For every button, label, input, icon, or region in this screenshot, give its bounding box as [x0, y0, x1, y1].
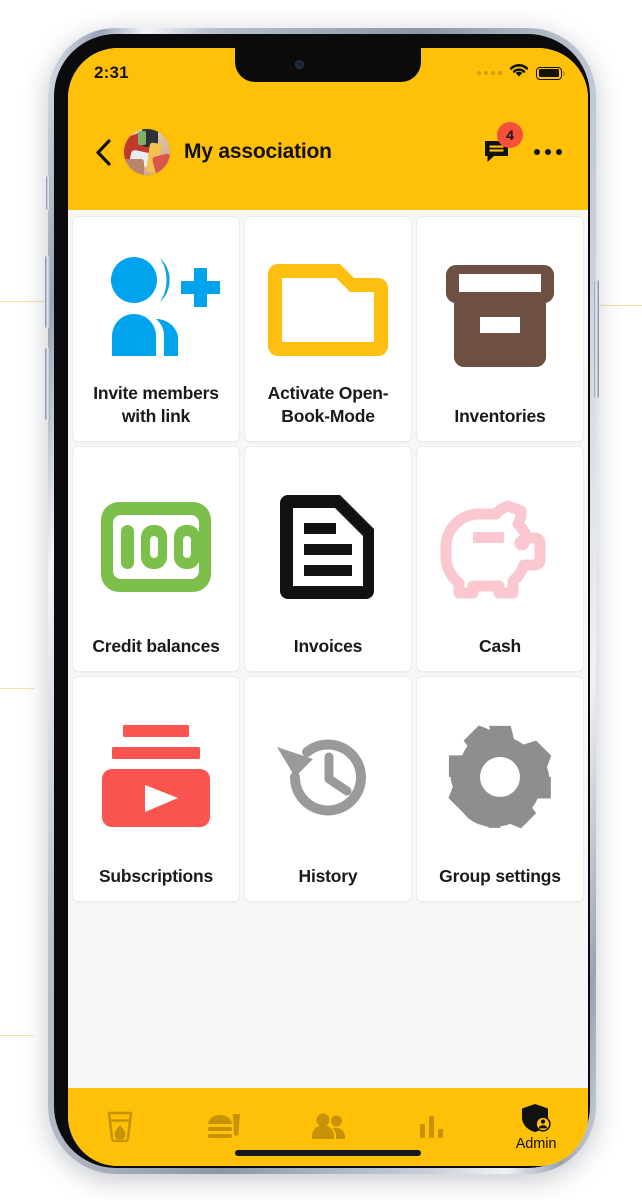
more-dot	[545, 149, 551, 155]
volume-down-button[interactable]	[45, 348, 50, 420]
silence-switch-button[interactable]	[46, 176, 50, 210]
tile-label: Activate Open-Book-Mode	[267, 383, 389, 426]
person-add-icon	[81, 229, 231, 382]
hundred-credits-icon	[81, 459, 231, 635]
wifi-icon	[509, 63, 529, 83]
avatar[interactable]	[124, 129, 170, 175]
tile-label: Credit balances	[92, 635, 220, 656]
backdrop-guide-line	[596, 305, 642, 306]
tile-history[interactable]: History	[244, 676, 412, 902]
status-bar-indicators	[477, 63, 565, 83]
document-lines-icon	[253, 459, 403, 635]
admin-dashboard-content: Invite members with link Activate Open-B…	[68, 210, 588, 1088]
page-title: My association	[184, 140, 332, 163]
back-chevron-icon	[96, 138, 111, 166]
navigation-bar: My association 4	[68, 94, 588, 210]
signal-dots-icon	[477, 71, 502, 75]
tile-label: Invoices	[293, 635, 363, 656]
fast-food-icon	[208, 1114, 240, 1138]
tile-invite-members[interactable]: Invite members with link	[72, 216, 240, 442]
tile-credit-balances[interactable]: Credit balances	[72, 446, 240, 672]
tile-label: Subscriptions	[98, 865, 214, 886]
app-header: 2:31 My association 4	[68, 48, 588, 210]
tab-label: Admin	[515, 1136, 557, 1152]
more-dot	[556, 149, 562, 155]
more-options-button[interactable]	[528, 132, 568, 172]
tile-label: Group settings	[439, 865, 561, 886]
phone-bezel: 2:31 My association 4 Invite members wit…	[54, 34, 590, 1168]
home-indicator[interactable]	[235, 1150, 421, 1156]
tile-label: History	[298, 865, 358, 886]
tile-invoices[interactable]: Invoices	[244, 446, 412, 672]
bar-chart-icon	[420, 1116, 443, 1138]
phone-screen: 2:31 My association 4 Invite members wit…	[68, 48, 588, 1166]
backdrop-guide-line	[0, 1035, 34, 1036]
tab-drinks[interactable]	[68, 1088, 172, 1166]
tile-group-settings[interactable]: Group settings	[416, 676, 584, 902]
screenshot-stage: 2:31 My association 4 Invite members wit…	[0, 0, 642, 1200]
tile-label: Invite members with link	[93, 383, 219, 426]
gear-icon	[425, 689, 575, 865]
chat-button[interactable]: 4	[478, 122, 523, 172]
drink-glass-icon	[107, 1111, 133, 1142]
status-bar-clock: 2:31	[94, 63, 129, 82]
more-dot	[534, 149, 540, 155]
power-button[interactable]	[594, 280, 599, 398]
back-button[interactable]	[88, 130, 118, 174]
chat-unread-badge: 4	[497, 122, 523, 148]
subscriptions-play-icon	[81, 689, 231, 865]
tile-subscriptions[interactable]: Subscriptions	[72, 676, 240, 902]
tile-label: Inventories	[454, 405, 546, 426]
status-bar: 2:31	[68, 48, 588, 94]
admin-action-grid: Invite members with link Activate Open-B…	[70, 216, 586, 902]
phone-device-frame: 2:31 My association 4 Invite members wit…	[45, 28, 599, 1174]
volume-up-button[interactable]	[45, 256, 50, 328]
backdrop-guide-line	[0, 688, 34, 689]
tile-inventories[interactable]: Inventories	[416, 216, 584, 442]
tile-label: Cash	[479, 635, 521, 656]
history-clock-icon	[253, 689, 403, 865]
tile-activate-open-book-mode[interactable]: Activate Open-Book-Mode	[244, 216, 412, 442]
tab-admin[interactable]: Admin	[484, 1088, 588, 1166]
open-folder-icon	[253, 229, 403, 382]
piggy-bank-icon	[425, 459, 575, 635]
archive-box-icon	[425, 229, 575, 405]
tile-cash[interactable]: Cash	[416, 446, 584, 672]
admin-shield-icon	[522, 1104, 551, 1132]
people-icon	[312, 1113, 345, 1139]
battery-full-icon	[536, 66, 565, 80]
